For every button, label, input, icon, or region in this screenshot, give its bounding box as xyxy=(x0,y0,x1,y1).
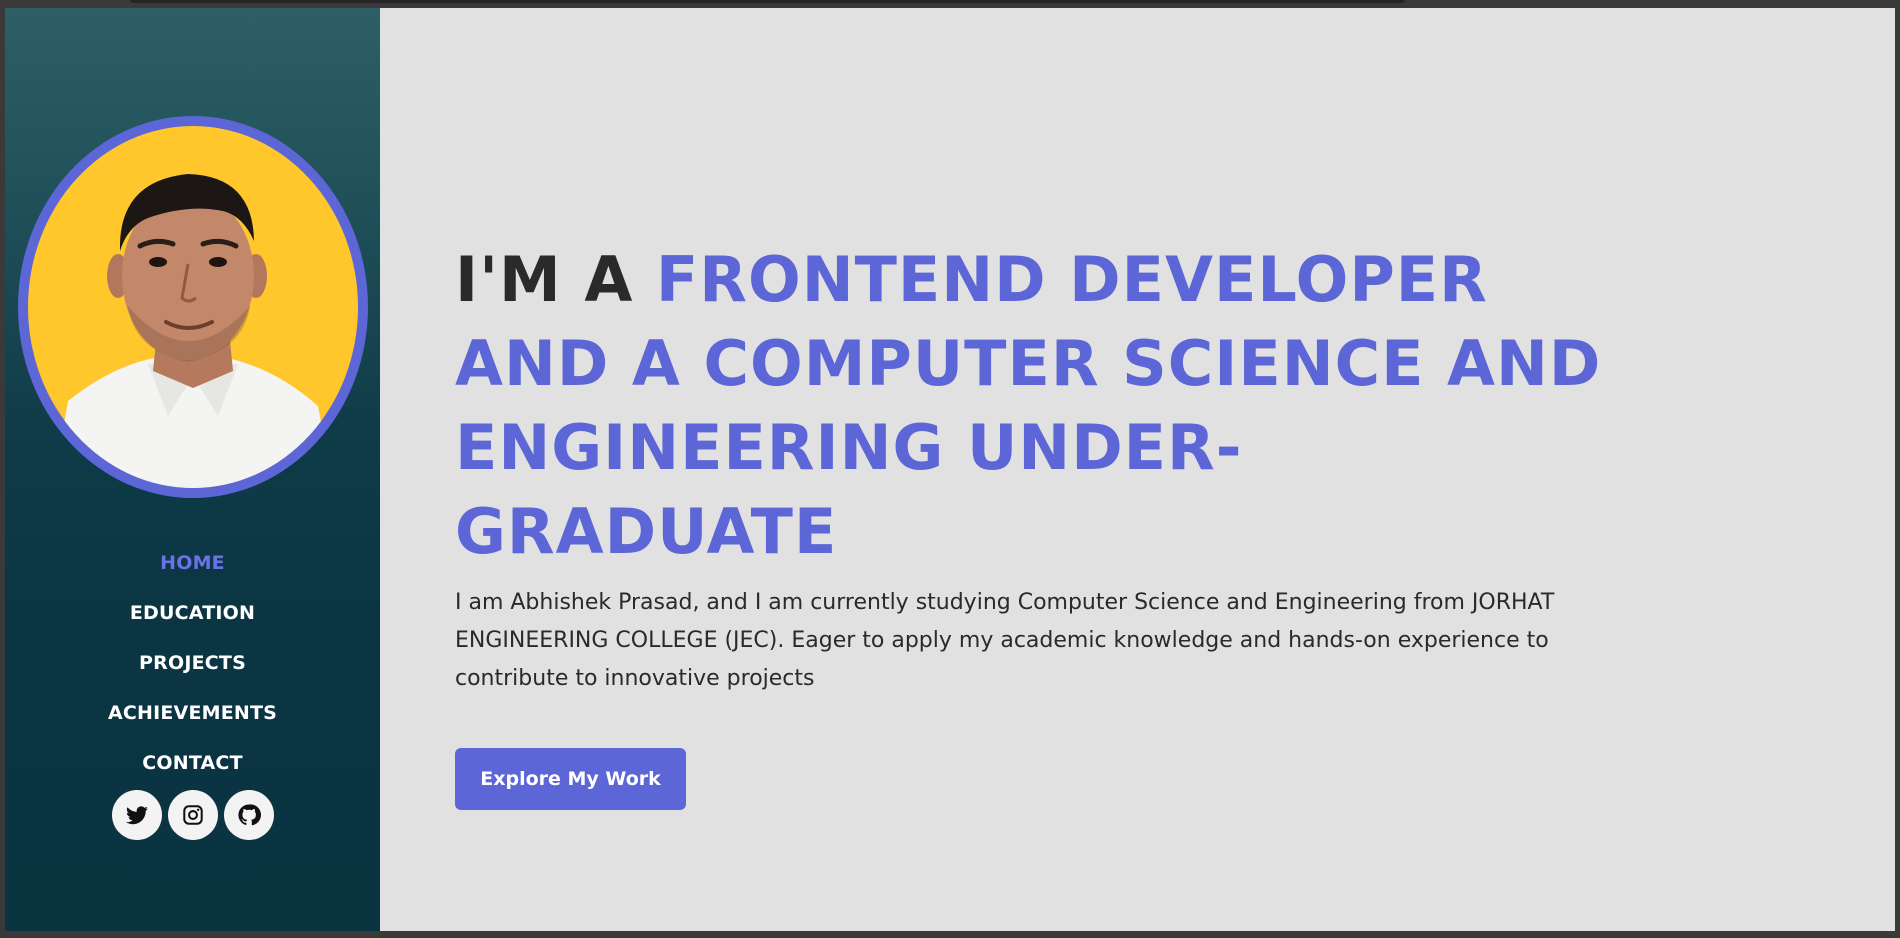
window-top-edge xyxy=(130,0,1405,3)
headline-accent-role: FRONTEND DEVELOPER xyxy=(655,243,1488,316)
nav-item-achievements[interactable]: ACHIEVEMENTS xyxy=(108,688,277,738)
headline-lead: I'M A xyxy=(455,243,656,316)
twitter-icon xyxy=(125,806,148,825)
nav-item-home[interactable]: HOME xyxy=(160,538,225,588)
explore-work-button[interactable]: Explore My Work xyxy=(455,748,686,810)
nav-item-education[interactable]: EDUCATION xyxy=(130,588,255,638)
hero-content: I'M A FRONTEND DEVELOPER AND A COMPUTER … xyxy=(455,238,1615,810)
social-links xyxy=(111,790,274,840)
main-nav: HOME EDUCATION PROJECTS ACHIEVEMENTS CON… xyxy=(108,538,277,788)
instagram-link[interactable] xyxy=(167,790,218,840)
nav-item-projects[interactable]: PROJECTS xyxy=(139,638,246,688)
hero-section: I'M A FRONTEND DEVELOPER AND A COMPUTER … xyxy=(380,8,1895,931)
profile-photo xyxy=(52,174,333,488)
headline-accent-line-2: AND A COMPUTER SCIENCE AND xyxy=(455,327,1602,400)
nav-item-contact[interactable]: CONTACT xyxy=(142,738,243,788)
github-icon xyxy=(237,804,261,826)
hero-bio: I am Abhishek Prasad, and I am currently… xyxy=(455,590,1555,691)
instagram-icon xyxy=(182,805,203,825)
avatar xyxy=(17,116,368,498)
hero-headline: I'M A FRONTEND DEVELOPER AND A COMPUTER … xyxy=(455,238,1615,574)
page: HOME EDUCATION PROJECTS ACHIEVEMENTS CON… xyxy=(5,8,1895,931)
sidebar: HOME EDUCATION PROJECTS ACHIEVEMENTS CON… xyxy=(5,8,380,931)
github-link[interactable] xyxy=(223,790,274,840)
headline-accent-line-3: ENGINEERING UNDER-GRADUATE xyxy=(455,411,1243,568)
twitter-link[interactable] xyxy=(111,790,162,840)
